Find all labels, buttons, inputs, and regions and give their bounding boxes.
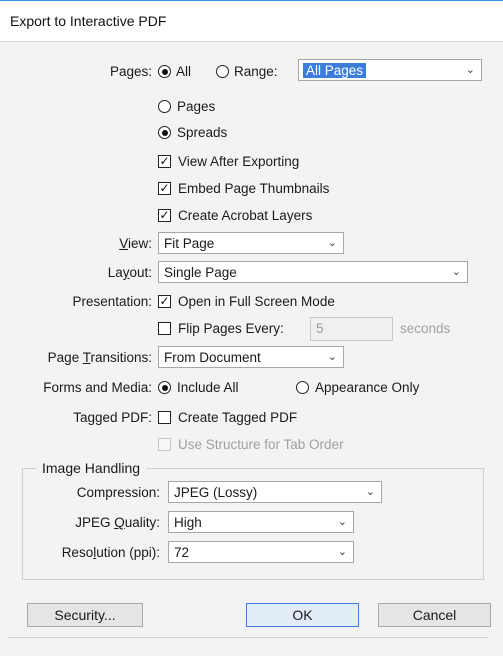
- transitions-value: From Document: [164, 349, 261, 365]
- tagged-pdf-option: Create Tagged PDF: [178, 410, 298, 425]
- create-layers-checkbox[interactable]: ✓: [158, 209, 171, 222]
- embed-thumbnails-checkbox[interactable]: ✓: [158, 182, 171, 195]
- flip-pages-label: Flip Pages Every:: [178, 321, 284, 336]
- pages-all-label: All: [176, 64, 192, 79]
- resolution-label: Resolution (ppi):: [61, 545, 160, 560]
- image-handling-title: Image Handling: [36, 460, 147, 476]
- spreads-mode-radio[interactable]: [158, 126, 171, 139]
- jpeg-quality-dropdown[interactable]: High ⌄: [168, 511, 354, 533]
- page-range-value: All Pages: [303, 62, 367, 78]
- chevron-down-icon: ⌄: [327, 237, 337, 249]
- pages-range-label: Range:: [234, 64, 278, 79]
- pages-mode-label: Pages: [177, 99, 216, 114]
- pages-all-radio[interactable]: [158, 65, 171, 78]
- jpeg-quality-value: High: [174, 514, 202, 530]
- bottom-divider: [8, 637, 488, 638]
- embed-thumbnails-label: Embed Page Thumbnails: [178, 181, 330, 196]
- compression-value: JPEG (Lossy): [174, 484, 258, 500]
- flip-pages-checkbox[interactable]: [158, 322, 171, 335]
- transitions-label: Page Transitions:: [47, 350, 152, 365]
- structure-tab-order-label: Use Structure for Tab Order: [178, 437, 344, 452]
- include-all-radio[interactable]: [158, 381, 171, 394]
- presentation-label: Presentation:: [72, 294, 152, 309]
- view-label: View:: [119, 236, 152, 251]
- tagged-pdf-label: Tagged PDF:: [73, 410, 152, 425]
- chevron-down-icon: ⌄: [337, 546, 347, 558]
- chevron-down-icon: ⌄: [451, 266, 461, 278]
- page-range-dropdown[interactable]: All Pages ⌄: [298, 59, 482, 81]
- pages-mode-radio[interactable]: [158, 100, 171, 113]
- chevron-down-icon: ⌄: [337, 516, 347, 528]
- full-screen-checkbox[interactable]: ✓: [158, 295, 171, 308]
- compression-dropdown[interactable]: JPEG (Lossy) ⌄: [168, 481, 382, 503]
- transitions-dropdown[interactable]: From Document ⌄: [158, 346, 344, 368]
- chevron-down-icon: ⌄: [465, 64, 475, 76]
- appearance-only-radio[interactable]: [296, 381, 309, 394]
- jpeg-quality-label: JPEG Quality:: [75, 515, 160, 530]
- dialog-title: Export to Interactive PDF: [10, 13, 167, 29]
- spreads-mode-label: Spreads: [177, 125, 228, 140]
- pages-range-radio[interactable]: [216, 65, 229, 78]
- view-value: Fit Page: [164, 235, 215, 251]
- layout-value: Single Page: [164, 264, 237, 280]
- view-after-exporting-checkbox[interactable]: ✓: [158, 155, 171, 168]
- flip-seconds-unit: seconds: [400, 321, 451, 336]
- create-layers-label: Create Acrobat Layers: [178, 208, 313, 223]
- chevron-down-icon: ⌄: [327, 351, 337, 363]
- full-screen-label: Open in Full Screen Mode: [178, 294, 335, 309]
- resolution-dropdown[interactable]: 72 ⌄: [168, 541, 354, 563]
- forms-label: Forms and Media:: [43, 380, 152, 395]
- tagged-pdf-checkbox[interactable]: [158, 411, 171, 424]
- layout-dropdown[interactable]: Single Page ⌄: [158, 261, 468, 283]
- compression-label: Compression:: [76, 485, 160, 500]
- layout-label: Layout:: [107, 265, 152, 280]
- flip-seconds-input[interactable]: 5: [310, 317, 393, 341]
- structure-tab-order-checkbox: [158, 438, 171, 451]
- view-after-exporting-label: View After Exporting: [178, 154, 300, 169]
- chevron-down-icon: ⌄: [365, 486, 375, 498]
- pages-label: Pages:: [109, 64, 152, 79]
- ok-button[interactable]: OK: [246, 603, 359, 627]
- view-dropdown[interactable]: Fit Page ⌄: [158, 232, 344, 254]
- cancel-button[interactable]: Cancel: [378, 603, 491, 627]
- security-button[interactable]: Security...: [27, 603, 143, 627]
- appearance-only-label: Appearance Only: [315, 380, 420, 395]
- resolution-value: 72: [174, 544, 190, 560]
- include-all-label: Include All: [177, 380, 239, 395]
